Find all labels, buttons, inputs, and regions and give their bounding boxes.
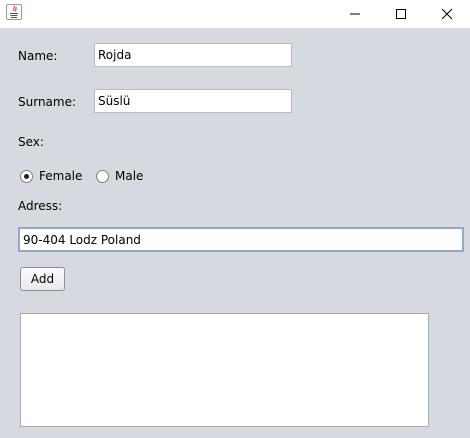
name-label: Name:	[18, 49, 58, 63]
radio-female[interactable]: Female	[20, 169, 82, 183]
minimize-icon	[350, 13, 360, 15]
radio-female-label: Female	[39, 169, 83, 183]
maximize-icon	[396, 9, 406, 19]
minimize-button[interactable]	[332, 0, 378, 28]
title-bar[interactable]	[0, 0, 470, 28]
output-text-area[interactable]	[20, 313, 429, 427]
radio-male[interactable]: Male	[96, 169, 143, 183]
radio-male-indicator[interactable]	[96, 169, 109, 183]
close-button[interactable]	[424, 0, 470, 28]
address-label: Adress:	[18, 199, 63, 213]
close-icon	[441, 8, 453, 20]
surname-label: Surname:	[18, 95, 77, 109]
radio-male-label: Male	[115, 169, 144, 183]
address-field[interactable]	[18, 227, 464, 252]
surname-field[interactable]	[94, 89, 292, 113]
java-icon	[6, 4, 22, 20]
sex-label: Sex:	[18, 135, 44, 149]
maximize-button[interactable]	[378, 0, 424, 28]
name-field[interactable]	[94, 43, 292, 67]
radio-female-indicator[interactable]	[20, 169, 33, 183]
add-button[interactable]: Add	[20, 267, 65, 291]
